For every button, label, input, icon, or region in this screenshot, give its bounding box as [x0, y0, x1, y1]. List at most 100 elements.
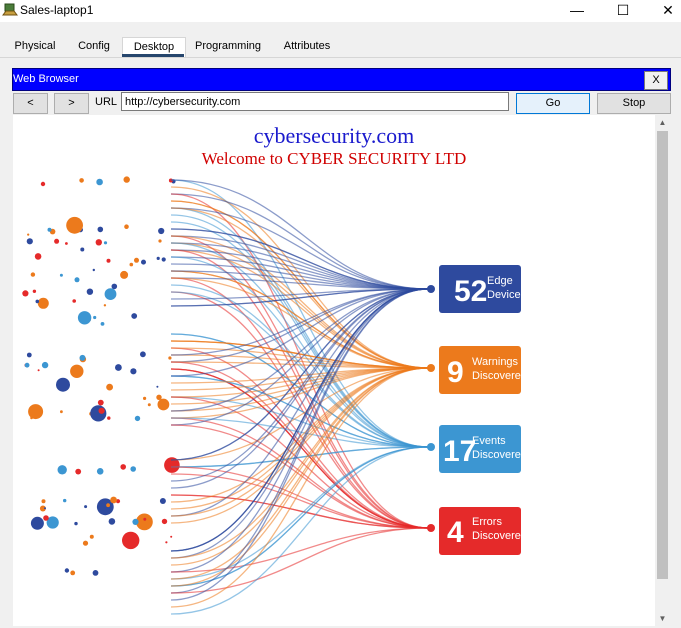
- badge-warnings-line2: Discovered: [472, 370, 527, 382]
- source-dot: [122, 531, 140, 550]
- source-dot: [120, 270, 129, 279]
- source-dot: [140, 351, 146, 358]
- badge-events-line2: Discovered: [472, 449, 527, 461]
- source-dot: [106, 383, 113, 391]
- tab-programming[interactable]: Programming: [186, 37, 270, 57]
- source-dot: [86, 288, 94, 295]
- scroll-thumb[interactable]: [657, 131, 668, 579]
- source-dot: [161, 518, 168, 525]
- badge-events: 17 Events Discovered: [427, 425, 527, 473]
- badge-edge-devices-line2: Devices: [487, 289, 527, 301]
- source-dots: [22, 176, 180, 576]
- source-dot: [107, 416, 111, 420]
- source-dot: [141, 259, 146, 265]
- tab-config[interactable]: Config: [66, 37, 122, 57]
- close-button[interactable]: ✕: [645, 0, 681, 22]
- source-dot: [110, 496, 117, 504]
- source-dot: [41, 499, 46, 504]
- back-button[interactable]: <: [13, 93, 48, 114]
- source-dot: [98, 407, 105, 414]
- source-dot: [93, 315, 97, 320]
- site-subtitle: Welcome to CYBER SECURITY LTD: [201, 149, 467, 168]
- source-dot: [54, 238, 60, 244]
- laptop-icon: [2, 3, 18, 16]
- source-dot: [37, 369, 40, 372]
- source-dot: [165, 541, 168, 544]
- maximize-button[interactable]: ☐: [600, 0, 646, 22]
- source-dot: [134, 415, 141, 422]
- minimize-button[interactable]: —: [554, 0, 600, 22]
- stop-button[interactable]: Stop: [597, 93, 671, 114]
- connection-curves: [170, 179, 430, 615]
- source-dot: [115, 364, 122, 371]
- source-dot: [72, 299, 76, 303]
- source-dot: [70, 570, 76, 576]
- tab-physical[interactable]: Physical: [6, 37, 64, 57]
- source-dot: [24, 362, 30, 368]
- source-dot: [34, 253, 42, 260]
- web-browser-title: Web Browser: [13, 73, 79, 85]
- source-dot: [32, 289, 37, 293]
- source-dot: [44, 507, 46, 510]
- source-dot: [30, 272, 36, 277]
- source-dot: [57, 465, 67, 475]
- forward-button[interactable]: >: [54, 93, 89, 114]
- badge-edge-devices-number: 52: [454, 275, 487, 308]
- source-dot: [143, 396, 147, 400]
- source-dot: [66, 216, 83, 234]
- source-dot: [103, 241, 108, 245]
- source-dot: [158, 239, 162, 243]
- source-dot: [147, 403, 151, 407]
- source-dot: [65, 242, 68, 245]
- source-dot: [134, 257, 139, 263]
- source-dot: [108, 518, 116, 525]
- source-dot: [27, 233, 30, 236]
- source-dot: [130, 466, 136, 472]
- source-dot: [28, 404, 44, 420]
- source-dot: [43, 515, 49, 521]
- badge-warnings-line1: Warnings: [472, 356, 519, 368]
- source-dot: [82, 540, 89, 546]
- source-dot: [123, 176, 130, 183]
- source-dot: [79, 178, 84, 183]
- go-button[interactable]: Go: [516, 93, 590, 114]
- source-dot: [84, 505, 88, 509]
- source-dot: [97, 399, 104, 406]
- source-dot: [131, 313, 138, 319]
- vertical-scrollbar[interactable]: ▲ ▼: [655, 115, 670, 626]
- source-dot: [168, 356, 172, 360]
- source-dot: [75, 468, 82, 475]
- source-dot: [158, 227, 165, 235]
- source-dot: [103, 304, 107, 307]
- source-dot: [132, 518, 139, 525]
- url-input[interactable]: [121, 92, 509, 111]
- source-dot: [60, 410, 63, 414]
- tab-bar: Physical Config Desktop Programming Attr…: [0, 22, 681, 58]
- source-dot: [59, 273, 63, 277]
- badge-errors-number: 4: [447, 516, 464, 549]
- connection-curve: [170, 207, 430, 290]
- source-dot: [89, 534, 94, 539]
- source-dot: [79, 354, 86, 361]
- browser-close-button[interactable]: X: [644, 71, 668, 90]
- badge-events-line1: Events: [472, 435, 506, 447]
- source-dot: [64, 568, 70, 573]
- connection-curve: [170, 527, 430, 573]
- badge-edge-devices-line1: Edge: [487, 275, 513, 287]
- window-titlebar: Sales-laptop1 — ☐ ✕: [0, 0, 681, 22]
- source-dot: [77, 311, 92, 325]
- source-dot: [40, 181, 46, 187]
- source-dot: [143, 517, 147, 521]
- source-dot: [56, 377, 70, 392]
- source-dot: [96, 468, 104, 475]
- web-browser-header: Web Browser X: [12, 68, 671, 91]
- scroll-up-arrow-icon[interactable]: ▲: [655, 115, 670, 130]
- source-dot: [74, 521, 78, 526]
- source-dot: [156, 385, 159, 388]
- source-dot: [120, 464, 126, 470]
- badge-errors: 4 Errors Discovered: [427, 507, 527, 555]
- source-dot: [104, 288, 117, 300]
- scroll-down-arrow-icon[interactable]: ▼: [655, 611, 670, 626]
- source-dot: [161, 257, 166, 262]
- tab-attributes[interactable]: Attributes: [272, 37, 342, 57]
